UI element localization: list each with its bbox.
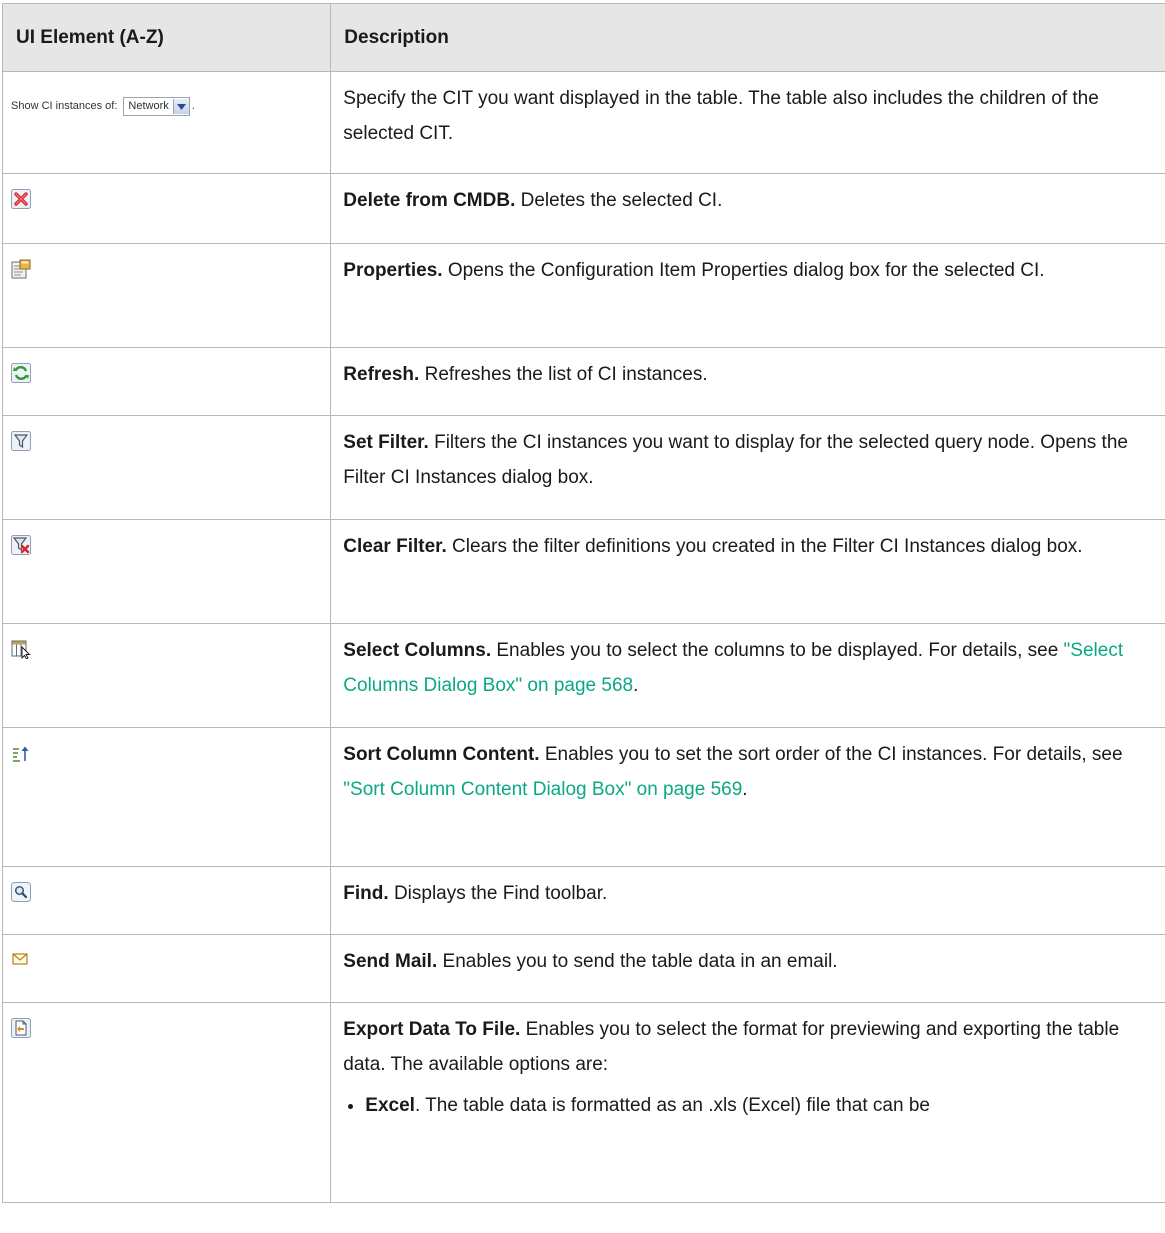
description-text: Enables you to select the columns to be … <box>491 640 1063 661</box>
term-label: Clear Filter. <box>343 536 447 557</box>
term-label: Delete from CMDB. <box>343 190 515 211</box>
option-text: . The table data is formatted as an .xls… <box>415 1095 930 1116</box>
mail-icon <box>11 950 31 970</box>
sentence-end: . <box>742 779 747 800</box>
ui-element-cell <box>3 624 331 728</box>
term-label: Find. <box>343 883 388 904</box>
description-cell: Set Filter. Filters the CI instances you… <box>331 416 1165 520</box>
table-row: Delete from CMDB. Deletes the selected C… <box>3 174 1165 244</box>
clear-filter-icon <box>11 535 31 555</box>
table-row: Select Columns. Enables you to select th… <box>3 624 1165 728</box>
description-cell: Refresh. Refreshes the list of CI instan… <box>331 348 1165 416</box>
description-text: Filters the CI instances you want to dis… <box>343 432 1128 488</box>
export-options-list: Excel. The table data is formatted as an… <box>343 1088 1156 1123</box>
trailing-period: . <box>192 89 195 124</box>
table-row: Export Data To File. Enables you to sele… <box>3 1003 1165 1203</box>
select-columns-icon <box>11 639 31 659</box>
ui-element-cell <box>3 174 331 244</box>
ui-element-cell <box>3 244 331 348</box>
description-text: Enables you to set the sort order of the… <box>540 744 1123 765</box>
description-text: Refreshes the list of CI instances. <box>419 364 707 385</box>
description-cell: Properties. Opens the Configuration Item… <box>331 244 1165 348</box>
refresh-icon <box>11 363 31 383</box>
ui-element-cell <box>3 1003 331 1203</box>
description-text: Specify the CIT you want displayed in th… <box>343 88 1099 144</box>
table-row: Send Mail. Enables you to send the table… <box>3 935 1165 1003</box>
description-cell: Delete from CMDB. Deletes the selected C… <box>331 174 1165 244</box>
term-label: Select Columns. <box>343 640 491 661</box>
description-text: Enables you to send the table data in an… <box>437 951 837 972</box>
show-ci-label: Show CI instances of: <box>11 89 117 124</box>
ui-element-cell: Show CI instances of: Network . <box>3 72 331 174</box>
table-row: Find. Displays the Find toolbar. <box>3 867 1165 935</box>
description-cell: Export Data To File. Enables you to sele… <box>331 1003 1165 1203</box>
cit-select[interactable]: Network <box>123 97 189 116</box>
description-text: Opens the Configuration Item Properties … <box>443 260 1045 281</box>
table-row: Refresh. Refreshes the list of CI instan… <box>3 348 1165 416</box>
description-text: Deletes the selected CI. <box>515 190 722 211</box>
header-description: Description <box>331 4 1165 72</box>
ui-element-cell <box>3 348 331 416</box>
table-row: Show CI instances of: Network . Specify … <box>3 72 1165 174</box>
table-header-row: UI Element (A-Z) Description <box>3 4 1165 72</box>
table-row: Clear Filter. Clears the filter definiti… <box>3 520 1165 624</box>
description-text: Clears the filter definitions you create… <box>447 536 1083 557</box>
option-label: Excel <box>365 1095 415 1116</box>
show-ci-instances-control: Show CI instances of: Network . <box>11 89 324 124</box>
delete-icon <box>11 189 31 209</box>
description-cell: Send Mail. Enables you to send the table… <box>331 935 1165 1003</box>
filter-icon <box>11 431 31 451</box>
term-label: Export Data To File. <box>343 1019 520 1040</box>
header-ui-element: UI Element (A-Z) <box>3 4 331 72</box>
table-row: Sort Column Content. Enables you to set … <box>3 728 1165 867</box>
description-cell: Select Columns. Enables you to select th… <box>331 624 1165 728</box>
export-icon <box>11 1018 31 1038</box>
cit-select-value: Network <box>128 89 172 124</box>
term-label: Refresh. <box>343 364 419 385</box>
sentence-end: . <box>633 675 638 696</box>
description-text: Displays the Find toolbar. <box>389 883 608 904</box>
search-icon <box>11 882 31 902</box>
description-cell: Find. Displays the Find toolbar. <box>331 867 1165 935</box>
ui-element-cell <box>3 935 331 1003</box>
list-item: Excel. The table data is formatted as an… <box>365 1088 1156 1123</box>
ui-element-cell <box>3 416 331 520</box>
chevron-down-icon[interactable] <box>173 99 189 114</box>
table-row: Properties. Opens the Configuration Item… <box>3 244 1165 348</box>
term-label: Properties. <box>343 260 442 281</box>
term-label: Sort Column Content. <box>343 744 539 765</box>
sort-column-content-link[interactable]: "Sort Column Content Dialog Box" on page… <box>343 779 742 800</box>
description-cell: Sort Column Content. Enables you to set … <box>331 728 1165 867</box>
properties-icon <box>11 259 31 279</box>
sort-icon <box>11 743 31 763</box>
term-label: Set Filter. <box>343 432 429 453</box>
ui-element-cell <box>3 728 331 867</box>
description-cell: Specify the CIT you want displayed in th… <box>331 72 1165 174</box>
ui-elements-table: UI Element (A-Z) Description Show CI ins… <box>2 3 1165 1203</box>
table-row: Set Filter. Filters the CI instances you… <box>3 416 1165 520</box>
ui-element-cell <box>3 520 331 624</box>
term-label: Send Mail. <box>343 951 437 972</box>
ui-element-cell <box>3 867 331 935</box>
description-cell: Clear Filter. Clears the filter definiti… <box>331 520 1165 624</box>
